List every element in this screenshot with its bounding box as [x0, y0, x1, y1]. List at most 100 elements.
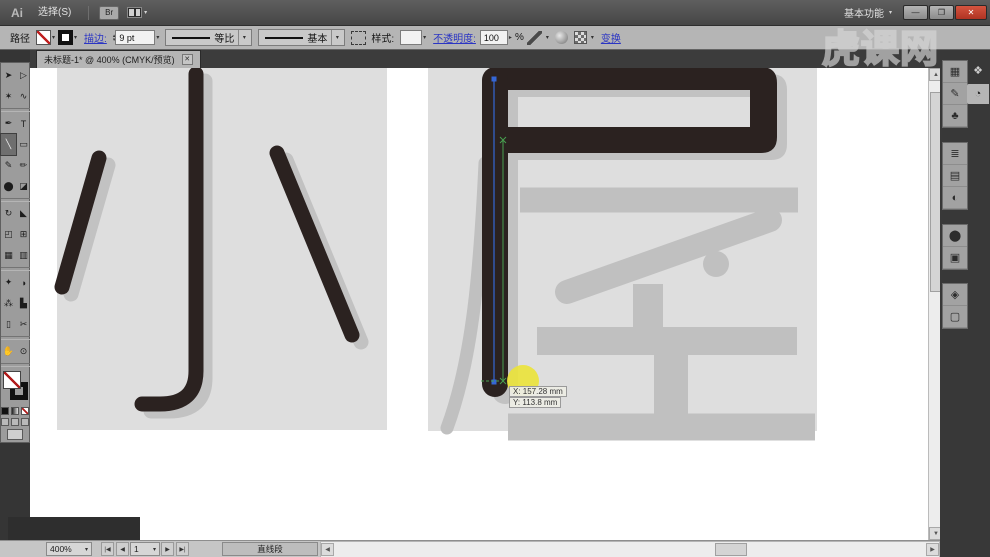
chevron-down-icon[interactable]: ▾: [52, 34, 55, 41]
brushes-panel-icon[interactable]: ✎: [943, 83, 967, 105]
swatches-panel-icon[interactable]: ▦: [943, 61, 967, 83]
recolor-artwork-icon[interactable]: [351, 31, 366, 45]
close-button[interactable]: ✕: [955, 5, 987, 20]
style-label: 样式:: [371, 30, 394, 45]
pen-tool[interactable]: ✒: [1, 113, 16, 134]
scroll-left-icon[interactable]: ◀: [321, 543, 334, 556]
perspective-grid-tool[interactable]: ⊞: [16, 224, 31, 245]
horizontal-scrollbar[interactable]: ◀ ▶: [320, 541, 940, 557]
stroke-color-swatch[interactable]: [58, 30, 73, 45]
none-button[interactable]: [21, 407, 29, 415]
gradient-panel-icon[interactable]: ▤: [943, 165, 967, 187]
stroke-weight-field[interactable]: 9 pt: [115, 30, 155, 45]
transparency-panel-icon[interactable]: ◐: [943, 187, 967, 209]
stroke-panel-icon[interactable]: ≣: [943, 143, 967, 165]
mask-icon[interactable]: [574, 31, 587, 44]
document-tab[interactable]: 未标题-1* @ 400% (CMYK/预览) ✕: [36, 50, 201, 68]
draw-behind-button[interactable]: [11, 418, 19, 426]
gradient-button[interactable]: [11, 407, 19, 415]
hand-tool[interactable]: ✋: [1, 341, 16, 362]
anchor-point-bottom[interactable]: [492, 380, 497, 385]
toolbar-separator: [1, 108, 31, 112]
opacity-field[interactable]: 100: [480, 30, 508, 45]
appearance-panel-icon[interactable]: ⬤: [943, 225, 967, 247]
workspace-switcher[interactable]: 基本功能 ▾: [844, 5, 892, 20]
zoom-tool[interactable]: ⊙: [16, 341, 31, 362]
brush-definition-select[interactable]: 基本 ▾: [258, 29, 345, 46]
rectangle-tool[interactable]: ▭: [16, 134, 31, 155]
prev-artboard-button[interactable]: ◀: [116, 542, 129, 556]
paintbrush-tool[interactable]: ✎: [1, 155, 16, 176]
dock-group-2: ≣▤◐: [942, 142, 968, 210]
line-segment-tool[interactable]: ╲: [1, 134, 16, 155]
graphic-styles-panel-icon[interactable]: ▣: [943, 247, 967, 269]
fill-color-swatch[interactable]: [36, 30, 51, 45]
chevron-down-icon[interactable]: ▾: [546, 34, 549, 41]
graphic-style-brush-icon[interactable]: [527, 31, 542, 45]
scroll-right-icon[interactable]: ▶: [926, 543, 939, 556]
fill-swatch-none[interactable]: [3, 371, 21, 389]
scale-tool[interactable]: ◣: [16, 203, 31, 224]
symbol-sprayer-tool[interactable]: ⁂: [1, 293, 16, 314]
zoom-select[interactable]: 400%▾: [46, 542, 92, 556]
mesh-tool[interactable]: ▦: [1, 245, 16, 266]
toolbar-separator: [1, 363, 31, 367]
rotate-tool[interactable]: ↻: [1, 203, 16, 224]
symbols-panel-icon[interactable]: ♣: [943, 105, 967, 127]
spin-right-icon[interactable]: ▸: [509, 34, 512, 41]
chevron-down-icon[interactable]: ▾: [591, 34, 594, 41]
stroke-panel-link[interactable]: 描边:: [84, 30, 107, 45]
percent-label: %: [515, 32, 524, 43]
next-artboard-button[interactable]: ▶: [161, 542, 174, 556]
shape-builder-tool[interactable]: ◰: [1, 224, 16, 245]
horizontal-scroll-thumb[interactable]: [715, 543, 747, 556]
width-profile-select[interactable]: 等比 ▾: [165, 29, 252, 46]
artwork-layer: [30, 68, 928, 540]
lasso-tool[interactable]: ∿: [16, 86, 31, 107]
document-canvas[interactable]: X: 157.28 mm Y: 113.8 mm ▲ ▼: [30, 68, 928, 540]
eraser-tool[interactable]: ◪: [16, 176, 31, 197]
fill-stroke-indicator[interactable]: [1, 370, 31, 404]
direct-selection-tool[interactable]: ▷: [16, 65, 31, 86]
current-tool-indicator[interactable]: 直线段: [222, 542, 318, 556]
minimize-button[interactable]: —: [903, 5, 928, 20]
pencil-tool[interactable]: ✏: [16, 155, 31, 176]
style-select[interactable]: [400, 30, 422, 45]
color-button[interactable]: [1, 407, 9, 415]
artboard-tool[interactable]: ▯: [1, 314, 16, 335]
artboard-number-select[interactable]: 1▾: [130, 542, 160, 556]
restore-button[interactable]: ❐: [929, 5, 954, 20]
chevron-down-icon[interactable]: ▾: [423, 34, 426, 41]
draw-inside-button[interactable]: [21, 418, 29, 426]
tools-grid: ➤▷✶∿✒T╲▭✎✏⬤◪↻◣◰⊞▦▥✦◑⁂▙▯✂✋⊙: [1, 65, 31, 362]
eyedropper-tool[interactable]: ✦: [1, 272, 16, 293]
magic-wand-tool[interactable]: ✶: [1, 86, 16, 107]
opacity-panel-link[interactable]: 不透明度:: [433, 30, 476, 45]
last-artboard-button[interactable]: ▶|: [176, 542, 189, 556]
chevron-down-icon[interactable]: ▾: [74, 34, 77, 41]
bridge-button[interactable]: Br: [99, 6, 119, 20]
close-icon[interactable]: ✕: [182, 54, 193, 65]
first-artboard-button[interactable]: |◀: [101, 542, 114, 556]
draw-normal-button[interactable]: [1, 418, 9, 426]
layers-panel-icon[interactable]: ◈: [943, 284, 967, 306]
blend-tool[interactable]: ◑: [16, 272, 31, 293]
chevron-down-icon[interactable]: ▾: [156, 34, 159, 41]
screen-mode-button[interactable]: [7, 429, 23, 440]
type-tool[interactable]: T: [16, 113, 31, 134]
artboards-panel-icon[interactable]: ▢: [943, 306, 967, 328]
transform-panel-link[interactable]: 变换: [601, 30, 621, 45]
arrange-documents-button[interactable]: ▾: [127, 7, 147, 18]
app-logo-icon: Ai: [4, 4, 30, 22]
recolor-wheel-icon[interactable]: [555, 31, 568, 44]
color-guide-panel-icon[interactable]: ◔: [967, 84, 989, 104]
gradient-tool[interactable]: ▥: [16, 245, 31, 266]
status-corner-block: [8, 517, 140, 540]
anchor-point-top[interactable]: [492, 77, 497, 82]
selection-tool[interactable]: ➤: [1, 65, 16, 86]
graph-tool[interactable]: ▙: [16, 293, 31, 314]
menu-select[interactable]: 选择(S): [30, 0, 82, 26]
color-panel-icon[interactable]: ❖: [967, 60, 989, 80]
slice-tool[interactable]: ✂: [16, 314, 31, 335]
blob-brush-tool[interactable]: ⬤: [1, 176, 16, 197]
